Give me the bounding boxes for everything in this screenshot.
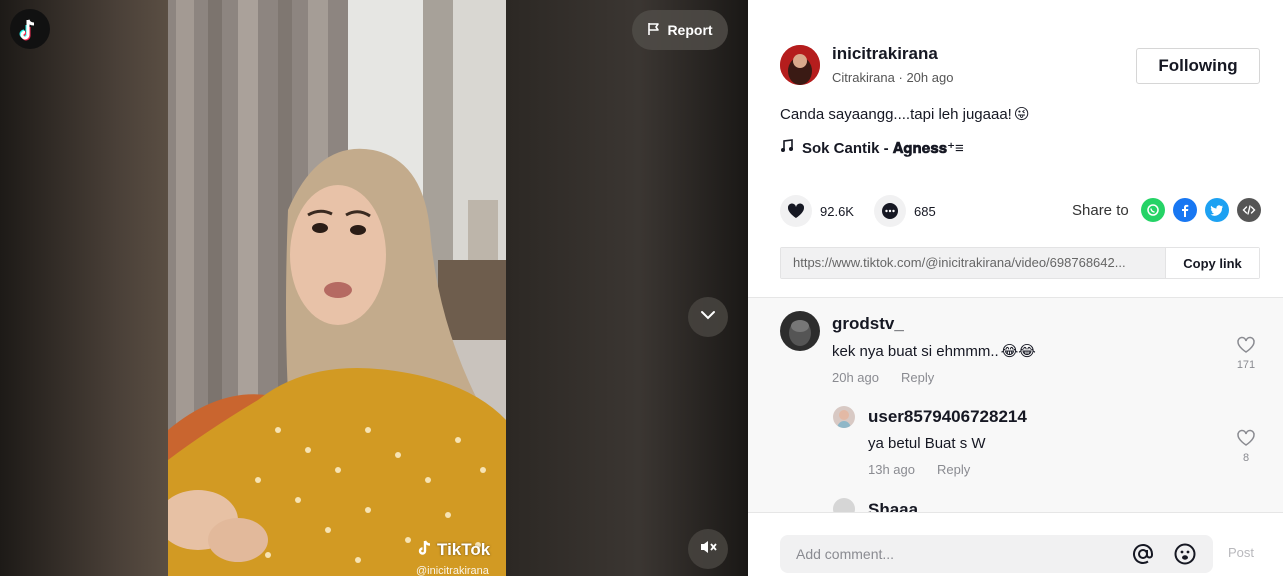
author-display-name: Citrakirana bbox=[832, 70, 895, 85]
following-button[interactable]: Following bbox=[1136, 48, 1260, 84]
video-caption: Canda sayaangg....tapi leh jugaaa! 😜 bbox=[780, 105, 1030, 124]
comment-item: grodstv_ kek nya buat si ehmmm.. 😂😂 20h … bbox=[832, 314, 1036, 385]
heart-outline-icon[interactable] bbox=[1236, 336, 1256, 357]
video-stage: Report TikTok @inicitrakirana bbox=[0, 0, 748, 576]
comment-count: 685 bbox=[913, 203, 936, 219]
emoji-icon[interactable] bbox=[1173, 542, 1197, 566]
tiktok-logo-icon[interactable] bbox=[10, 9, 50, 49]
reply-item: Shaaa bbox=[868, 500, 918, 512]
tiktok-video-page: Report TikTok @inicitrakirana inicitraki… bbox=[0, 0, 1283, 576]
music-note-icon bbox=[780, 139, 794, 157]
video-watermark: TikTok bbox=[418, 538, 490, 561]
heart-outline-icon[interactable] bbox=[1236, 429, 1256, 450]
reply-meta: 13h ago Reply bbox=[868, 462, 1027, 477]
comment-username[interactable]: grodstv_ bbox=[832, 314, 1036, 334]
author-username[interactable]: inicitrakirana bbox=[832, 44, 953, 64]
comment-stat[interactable]: 685 bbox=[873, 195, 936, 227]
reply-button[interactable]: Reply bbox=[937, 462, 970, 477]
mention-icon[interactable] bbox=[1131, 542, 1155, 566]
reply-text: ya betul Buat s W bbox=[868, 435, 986, 452]
blurred-background-left bbox=[0, 0, 168, 576]
report-label: Report bbox=[667, 22, 713, 38]
mute-button[interactable] bbox=[688, 529, 728, 569]
like-stat[interactable]: 92.6K bbox=[780, 195, 854, 227]
copy-link-button[interactable]: Copy link bbox=[1165, 248, 1259, 278]
share-link-row: https://www.tiktok.com/@inicitrakirana/v… bbox=[780, 247, 1260, 279]
muted-speaker-icon bbox=[698, 537, 718, 562]
post-button[interactable]: Post bbox=[1228, 545, 1254, 560]
post-time: 20h ago bbox=[906, 70, 954, 85]
report-button[interactable]: Report bbox=[632, 10, 728, 50]
video-info-panel: inicitrakirana Citrakirana · 20h ago Fol… bbox=[748, 0, 1283, 576]
comments-list[interactable]: grodstv_ kek nya buat si ehmmm.. 😂😂 20h … bbox=[748, 297, 1283, 513]
blurred-background-right bbox=[506, 0, 748, 576]
video-frame-image bbox=[168, 0, 506, 576]
share-label: Share to bbox=[1072, 201, 1129, 219]
watermark-handle: @inicitrakirana bbox=[416, 565, 489, 576]
reply-button[interactable]: Reply bbox=[901, 370, 934, 385]
comment-bubble-icon[interactable] bbox=[873, 195, 906, 227]
reply-avatar[interactable] bbox=[833, 498, 855, 512]
chevron-down-icon bbox=[699, 306, 717, 329]
comment-emoji: 😂😂 bbox=[1000, 343, 1036, 360]
comment-avatar[interactable] bbox=[780, 311, 820, 351]
music-title: Sok Cantik - 𝐀𝐠𝐧𝐞𝐬𝐬⁺≡ bbox=[802, 140, 964, 157]
embed-icon[interactable] bbox=[1236, 198, 1261, 222]
share-row: Share to bbox=[1072, 198, 1261, 222]
caption-emoji: 😜 bbox=[1013, 106, 1030, 123]
video-url-field[interactable]: https://www.tiktok.com/@inicitrakirana/v… bbox=[781, 248, 1165, 278]
comment-like-count: 171 bbox=[1236, 359, 1256, 371]
watermark-brand: TikTok bbox=[437, 539, 491, 559]
author-header: inicitrakirana Citrakirana · 20h ago bbox=[780, 44, 953, 85]
reply-username[interactable]: user8579406728214 bbox=[868, 407, 1027, 427]
comment-text: kek nya buat si ehmmm.. 😂😂 bbox=[832, 342, 1036, 361]
heart-icon[interactable] bbox=[780, 195, 812, 227]
facebook-icon[interactable] bbox=[1172, 198, 1197, 222]
author-subtitle: Citrakirana · 20h ago bbox=[832, 70, 953, 85]
reply-username[interactable]: Shaaa bbox=[868, 500, 918, 512]
twitter-icon[interactable] bbox=[1204, 198, 1229, 222]
comment-like[interactable]: 171 bbox=[1236, 336, 1256, 371]
next-video-button[interactable] bbox=[688, 297, 728, 337]
comment-input[interactable]: Add comment... bbox=[796, 546, 1113, 562]
reply-like[interactable]: 8 bbox=[1236, 429, 1256, 464]
tiktok-note-icon bbox=[418, 538, 434, 561]
comment-time: 20h ago bbox=[832, 370, 879, 385]
reply-time: 13h ago bbox=[868, 462, 915, 477]
author-avatar[interactable] bbox=[780, 44, 820, 85]
comment-body: kek nya buat si ehmmm.. bbox=[832, 342, 999, 360]
flag-icon bbox=[647, 22, 661, 39]
video-player[interactable] bbox=[168, 0, 506, 576]
reply-avatar[interactable] bbox=[833, 406, 855, 428]
caption-text: Canda sayaangg....tapi leh jugaaa! bbox=[780, 105, 1012, 123]
music-link[interactable]: Sok Cantik - 𝐀𝐠𝐧𝐞𝐬𝐬⁺≡ bbox=[780, 139, 964, 157]
reply-like-count: 8 bbox=[1242, 452, 1250, 464]
whatsapp-icon[interactable] bbox=[1140, 198, 1165, 222]
like-count: 92.6K bbox=[820, 203, 854, 219]
comment-composer[interactable]: Add comment... bbox=[780, 535, 1213, 573]
comment-meta: 20h ago Reply bbox=[832, 370, 1036, 385]
engagement-stats: 92.6K 685 bbox=[780, 195, 956, 227]
reply-item: user8579406728214 ya betul Buat s W 13h … bbox=[868, 407, 1027, 477]
